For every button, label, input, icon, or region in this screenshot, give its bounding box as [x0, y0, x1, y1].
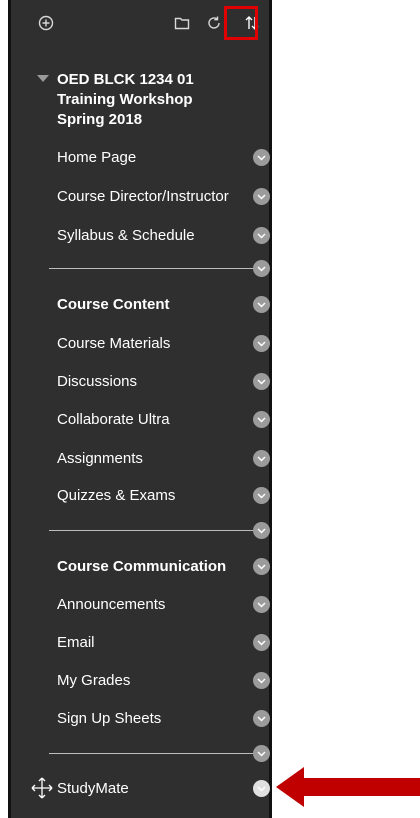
- menu-item-collaborate-ultra[interactable]: Collaborate Ultra: [57, 404, 269, 434]
- add-icon[interactable]: [35, 12, 57, 34]
- move-handle-icon[interactable]: [31, 777, 53, 799]
- collapse-triangle-icon[interactable]: [37, 75, 49, 82]
- menu-item-announcements[interactable]: Announcements: [57, 589, 269, 619]
- menu-item-label: StudyMate: [57, 779, 129, 797]
- menu-item-label: My Grades: [57, 671, 131, 689]
- course-menu-panel: OED BLCK 1234 01 Training Workshop Sprin…: [8, 0, 272, 818]
- chevron-down-icon[interactable]: [253, 596, 270, 613]
- chevron-down-icon[interactable]: [253, 780, 270, 797]
- divider: [49, 530, 259, 531]
- menu-item-home-page[interactable]: Home Page: [57, 142, 269, 172]
- menu-item-label: Home Page: [57, 148, 137, 166]
- menu-item-label: Announcements: [57, 595, 166, 613]
- menu-item-my-grades[interactable]: My Grades: [57, 665, 269, 695]
- menu-item-studymate[interactable]: StudyMate: [57, 773, 269, 803]
- menu-item-label: Discussions: [57, 372, 138, 390]
- menu-item-label: Assignments: [57, 449, 143, 467]
- menu-heading-label: Course Content: [57, 295, 170, 313]
- chevron-down-icon[interactable]: [253, 558, 270, 575]
- chevron-down-icon[interactable]: [253, 634, 270, 651]
- chevron-down-icon[interactable]: [253, 450, 270, 467]
- chevron-down-icon[interactable]: [253, 227, 270, 244]
- menu-item-label: Collaborate Ultra: [57, 410, 170, 428]
- menu-item-label: Sign Up Sheets: [57, 709, 162, 727]
- chevron-down-icon[interactable]: [253, 710, 270, 727]
- menu-item-syllabus[interactable]: Syllabus & Schedule: [57, 220, 269, 250]
- chevron-down-icon[interactable]: [253, 745, 270, 762]
- menu-item-label: Course Materials: [57, 334, 171, 352]
- chevron-down-icon[interactable]: [253, 296, 270, 313]
- refresh-icon[interactable]: [203, 12, 225, 34]
- chevron-down-icon[interactable]: [253, 149, 270, 166]
- menu-item-assignments[interactable]: Assignments: [57, 443, 269, 473]
- chevron-down-icon[interactable]: [253, 335, 270, 352]
- chevron-down-icon[interactable]: [253, 373, 270, 390]
- folder-icon[interactable]: [171, 12, 193, 34]
- chevron-down-icon[interactable]: [253, 672, 270, 689]
- menu-item-discussions[interactable]: Discussions: [57, 366, 269, 396]
- menu-item-sign-up-sheets[interactable]: Sign Up Sheets: [57, 703, 269, 733]
- course-title-line: OED BLCK 1234 01: [57, 71, 194, 88]
- chevron-down-icon[interactable]: [253, 487, 270, 504]
- divider: [49, 753, 259, 754]
- chevron-down-icon[interactable]: [253, 411, 270, 428]
- menu-item-label: Course Director/Instructor: [57, 187, 229, 205]
- menu-item-label: Email: [57, 633, 95, 651]
- course-title[interactable]: OED BLCK 1234 01 Training Workshop Sprin…: [57, 70, 257, 130]
- chevron-down-icon[interactable]: [253, 522, 270, 539]
- menu-item-quizzes-exams[interactable]: Quizzes & Exams: [57, 480, 269, 510]
- menu-item-course-director[interactable]: Course Director/Instructor: [57, 181, 269, 211]
- divider: [49, 268, 259, 269]
- course-title-line: Spring 2018: [57, 111, 143, 128]
- menu-heading-label: Course Communication: [57, 557, 227, 575]
- menu-item-label: Quizzes & Exams: [57, 486, 176, 504]
- menu-heading-course-communication[interactable]: Course Communication: [57, 551, 269, 581]
- menu-item-email[interactable]: Email: [57, 627, 269, 657]
- reorder-highlight-box: [224, 6, 258, 40]
- menu-item-label: Syllabus & Schedule: [57, 226, 195, 244]
- pointer-arrow-icon: [276, 767, 420, 807]
- course-title-line: Training Workshop: [57, 91, 193, 108]
- menu-item-course-materials[interactable]: Course Materials: [57, 328, 269, 358]
- chevron-down-icon[interactable]: [253, 188, 270, 205]
- chevron-down-icon[interactable]: [253, 260, 270, 277]
- menu-heading-course-content[interactable]: Course Content: [57, 289, 269, 319]
